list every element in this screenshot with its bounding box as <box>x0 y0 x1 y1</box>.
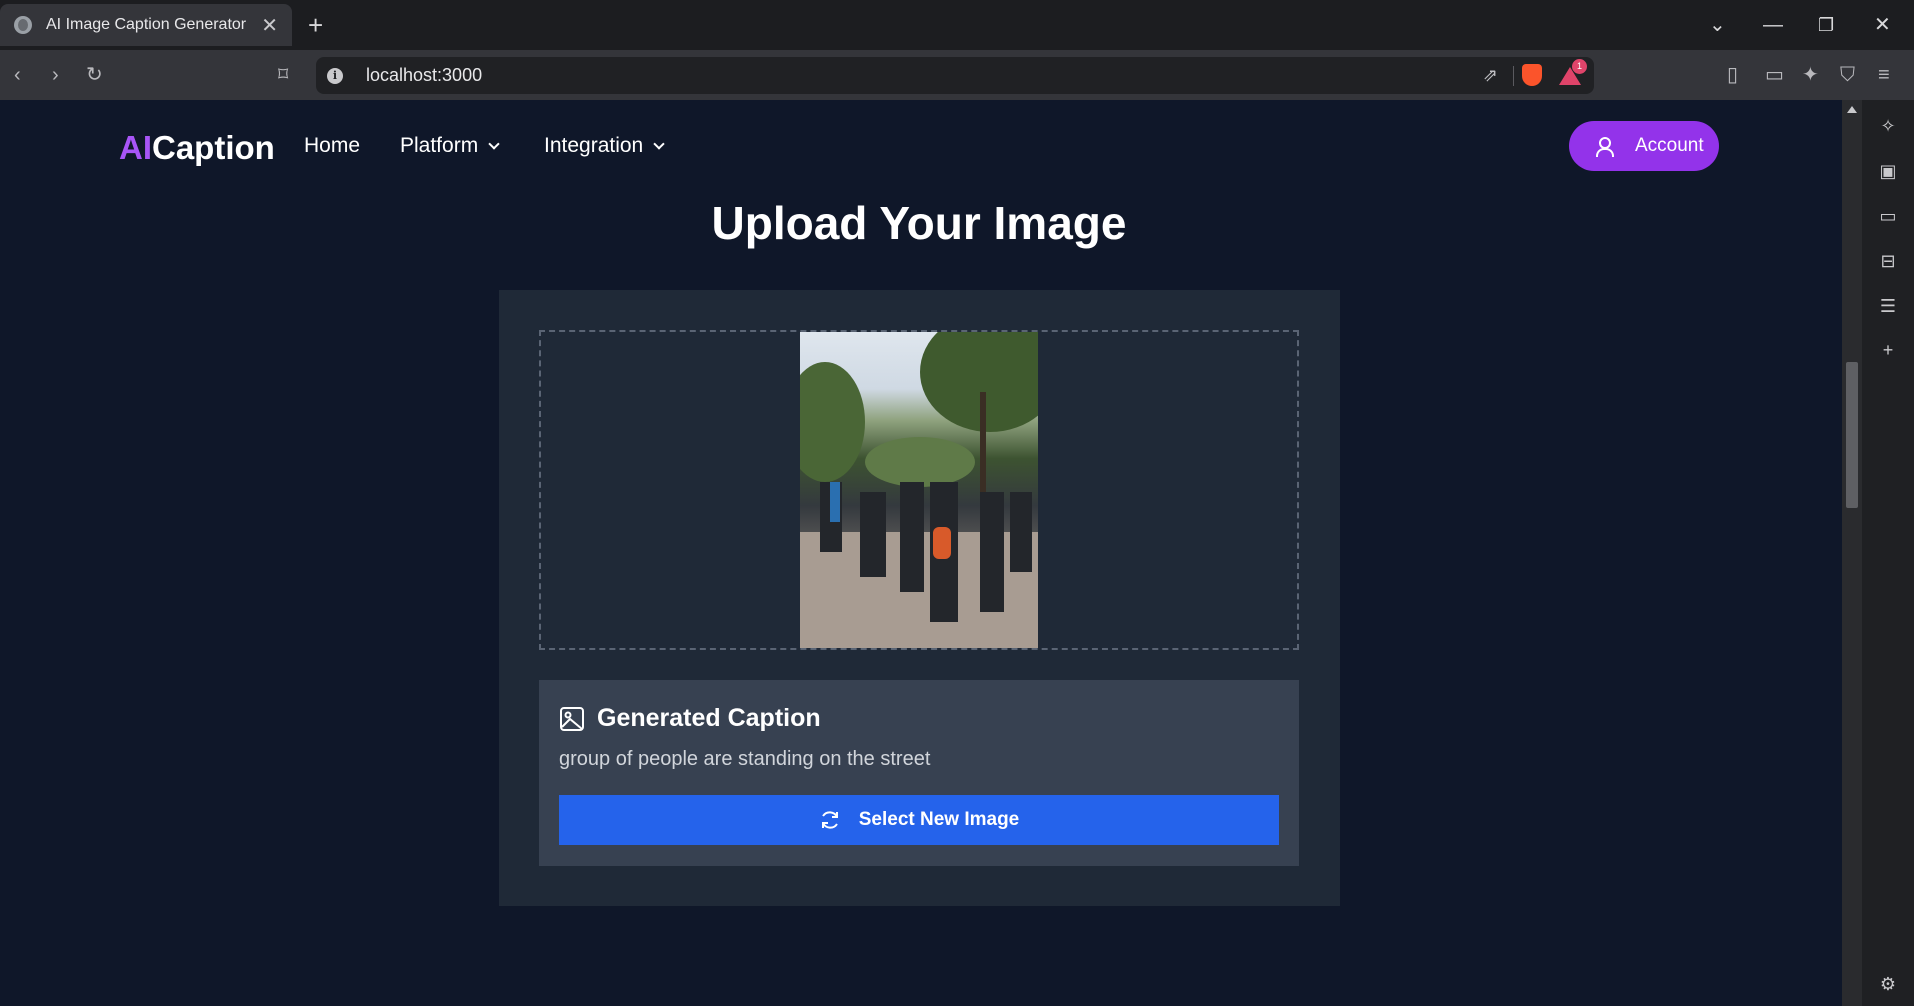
user-icon <box>1593 135 1615 157</box>
chevron-down-icon <box>653 137 665 150</box>
sidebar-toggle-icon[interactable]: ▯ <box>1727 63 1738 87</box>
tab-search-icon[interactable]: ⌄ <box>1709 10 1726 40</box>
photo-illustration <box>800 332 1038 648</box>
add-icon[interactable]: + <box>1878 340 1898 360</box>
reload-icon[interactable]: ↻ <box>86 63 103 87</box>
tab-title: AI Image Caption Generator <box>46 16 247 33</box>
close-tab-icon[interactable]: ✕ <box>261 13 278 38</box>
forward-icon[interactable]: › <box>52 63 59 87</box>
nav-platform[interactable]: Platform <box>400 134 500 158</box>
globe-icon <box>14 16 32 34</box>
page-content: AICaption Home Platform Integration Acco… <box>0 100 1842 1006</box>
vpn-shield-icon[interactable]: ⛉ <box>1840 63 1855 87</box>
back-icon[interactable]: ‹ <box>14 63 21 87</box>
window-close-button[interactable]: ✕ <box>1874 10 1891 40</box>
address-bar[interactable]: i localhost:3000 ⇗ 1 <box>316 57 1594 94</box>
site-info-icon[interactable]: i <box>327 67 343 84</box>
nav-platform-label: Platform <box>400 134 479 157</box>
caption-heading-text: Generated Caption <box>597 704 821 732</box>
settings-gear-icon[interactable]: ⚙ <box>1878 974 1898 994</box>
scroll-thumb[interactable] <box>1846 362 1858 508</box>
brave-shields-icon[interactable] <box>1522 64 1542 86</box>
account-button[interactable]: Account <box>1569 121 1719 171</box>
wallet-icon[interactable]: ▭ <box>1878 206 1898 226</box>
menu-icon[interactable]: ≡ <box>1878 63 1890 87</box>
logo-suffix: Caption <box>152 129 275 166</box>
divider <box>1513 66 1514 86</box>
wallet-icon[interactable]: ▭ <box>1765 63 1784 87</box>
account-label: Account <box>1635 135 1704 156</box>
leo-ai-icon[interactable]: ✧ <box>1878 116 1898 136</box>
leo-ai-icon[interactable]: ✦ <box>1802 63 1819 87</box>
image-dropzone[interactable] <box>539 330 1299 650</box>
browser-tab[interactable]: AI Image Caption Generator ✕ <box>0 4 292 46</box>
media-icon[interactable]: ▣ <box>1878 161 1898 181</box>
logo-prefix: AI <box>119 129 152 166</box>
bookmark-icon[interactable]: ⌑ <box>278 63 288 87</box>
bookmarks-icon[interactable]: ⊟ <box>1878 251 1898 271</box>
refresh-icon <box>821 811 838 829</box>
scroll-up-arrow-icon[interactable] <box>1847 106 1857 113</box>
uploaded-image-preview <box>800 332 1038 648</box>
url-text[interactable]: localhost:3000 <box>366 65 482 86</box>
nav-home-label: Home <box>304 134 361 157</box>
nav-home[interactable]: Home <box>304 134 360 158</box>
notification-badge: 1 <box>1572 59 1587 74</box>
page-scrollbar[interactable] <box>1842 100 1862 1006</box>
share-icon[interactable]: ⇗ <box>1483 65 1498 86</box>
site-logo[interactable]: AICaption <box>119 129 275 167</box>
upload-card: Generated Caption group of people are st… <box>499 290 1340 906</box>
select-new-image-button[interactable]: Select New Image <box>559 795 1279 845</box>
page-title: Upload Your Image <box>711 197 1127 249</box>
restore-button[interactable]: ❐ <box>1818 10 1834 40</box>
caption-heading: Generated Caption <box>559 704 821 733</box>
nav-integration[interactable]: Integration <box>544 134 665 158</box>
nav-integration-label: Integration <box>544 134 644 157</box>
browser-side-panel: ✧ ▣ ▭ ⊟ ☰ + ⚙ <box>1862 100 1914 1006</box>
select-new-image-label: Select New Image <box>858 809 1020 830</box>
browser-tab-bar: AI Image Caption Generator ✕ + ⌄ — ❐ ✕ <box>0 0 1914 50</box>
image-icon <box>560 706 584 731</box>
chevron-down-icon <box>488 137 500 150</box>
minimize-button[interactable]: — <box>1763 10 1783 40</box>
generated-caption-text: group of people are standing on the stre… <box>559 748 931 770</box>
caption-panel: Generated Caption group of people are st… <box>539 680 1299 866</box>
new-tab-button[interactable]: + <box>308 10 323 40</box>
reading-list-icon[interactable]: ☰ <box>1878 296 1898 316</box>
